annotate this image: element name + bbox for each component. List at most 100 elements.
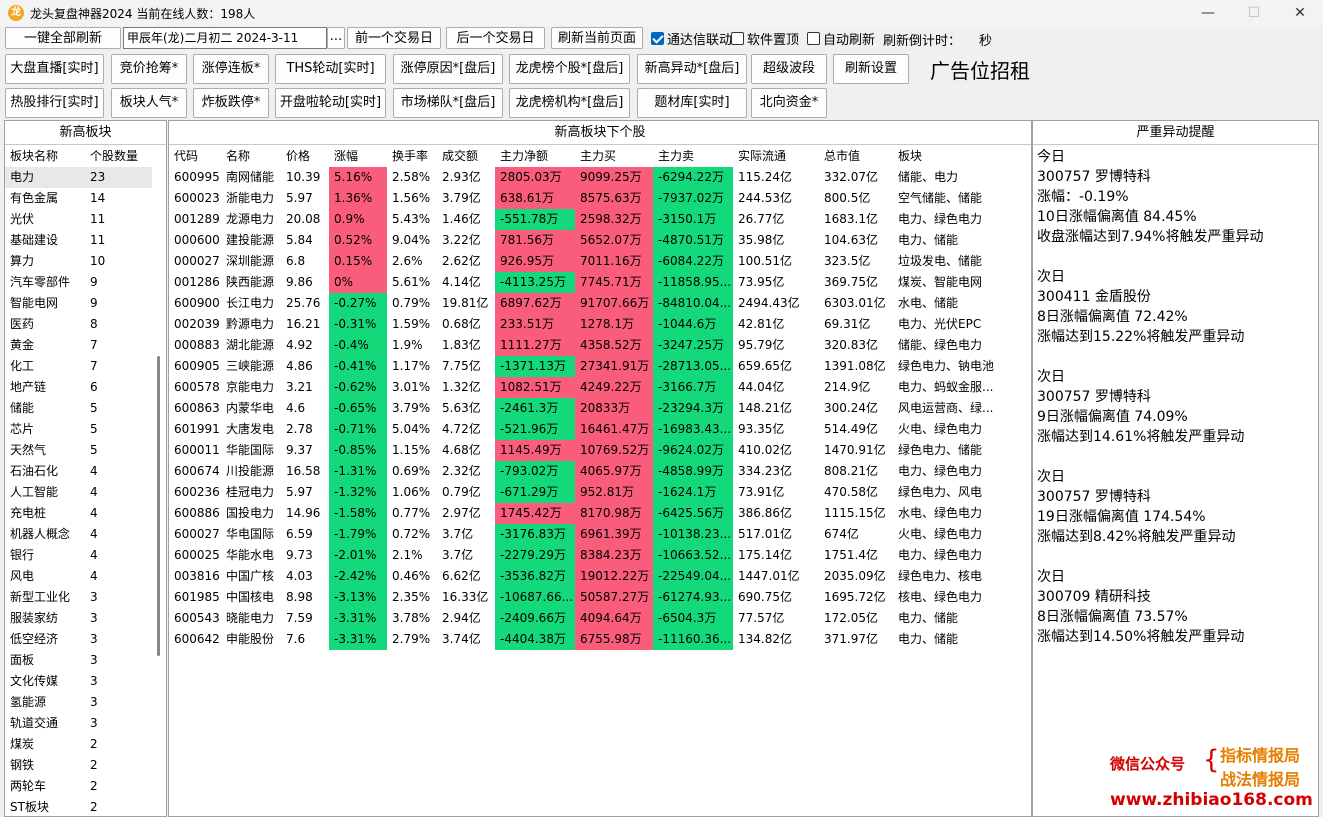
column-header[interactable]: 主力卖 — [653, 145, 733, 167]
list-item[interactable]: 汽车零部件 9 — [5, 272, 166, 293]
list-item[interactable]: 基础建设 11 — [5, 230, 166, 251]
column-header[interactable]: 换手率 — [387, 145, 437, 167]
toolbar-button[interactable]: 大盘直播[实时] — [5, 54, 104, 84]
table-row[interactable]: 600025 华能水电 9.73 -2.01% 2.1% 3.7亿 -2279.29万 838… — [169, 545, 1031, 566]
close-icon[interactable]: ✕ — [1277, 0, 1323, 26]
table-row[interactable]: 000600 建投能源 5.84 0.52% 9.04% 3.22亿 781.56万 5652… — [169, 230, 1031, 251]
toolbar-button[interactable]: 开盘啦轮动[实时] — [275, 88, 386, 118]
list-item[interactable]: 天然气 5 — [5, 440, 166, 461]
toolbar-button[interactable]: 板块人气* — [111, 88, 187, 118]
refresh-page-button[interactable]: 刷新当前页面 — [551, 27, 643, 49]
column-header[interactable]: 实际流通 — [733, 145, 819, 167]
table-row[interactable]: 000883 湖北能源 4.92 -0.4% 1.9% 1.83亿 1111.27万 4358… — [169, 335, 1031, 356]
list-item[interactable]: 光伏 11 — [5, 209, 166, 230]
toolbar-button[interactable]: 炸板跌停* — [193, 88, 269, 118]
list-item[interactable]: 充电桩 4 — [5, 503, 166, 524]
list-item[interactable]: 面板 3 — [5, 650, 166, 671]
toolbar-button[interactable]: 刷新设置 — [833, 54, 909, 84]
vertical-scrollbar[interactable] — [152, 146, 166, 816]
table-cell: -11160.36... — [653, 629, 733, 650]
toolbar-button[interactable]: 题材库[实时] — [637, 88, 747, 118]
toolbar-button[interactable]: 龙虎榜机构*[盘后] — [509, 88, 630, 118]
list-item[interactable]: 两轮车 2 — [5, 776, 166, 797]
table-row[interactable]: 600011 华能国际 9.37 -0.85% 1.15% 4.68亿 1145.49万 10… — [169, 440, 1031, 461]
list-item[interactable]: 文化传媒 3 — [5, 671, 166, 692]
list-item[interactable]: 医药 8 — [5, 314, 166, 335]
table-row[interactable]: 003816 中国广核 4.03 -2.42% 0.46% 6.62亿 -3536.82万 1… — [169, 566, 1031, 587]
list-item[interactable]: 银行 4 — [5, 545, 166, 566]
list-item[interactable]: 化工 7 — [5, 356, 166, 377]
column-header[interactable]: 总市值 — [819, 145, 893, 167]
list-item[interactable]: 电力 23 — [5, 167, 166, 188]
column-header[interactable]: 名称 — [221, 145, 281, 167]
table-row[interactable]: 600027 华电国际 6.59 -1.79% 0.72% 3.7亿 -3176.83万 69… — [169, 524, 1031, 545]
toolbar-button[interactable]: 热股排行[实时] — [5, 88, 104, 118]
scrollbar-thumb[interactable] — [157, 356, 160, 656]
table-row[interactable]: 600900 长江电力 25.76 -0.27% 0.79% 19.81亿 6897.62万… — [169, 293, 1031, 314]
table-row[interactable]: 001286 陕西能源 9.86 0% 5.61% 4.14亿 -4113.25万 7745.… — [169, 272, 1031, 293]
column-header[interactable]: 板块名称 — [5, 145, 85, 167]
tdx-link-checkbox[interactable]: 通达信联动 — [651, 30, 732, 48]
column-header[interactable]: 个股数量 — [85, 145, 145, 167]
list-item[interactable]: 新型工业化 3 — [5, 587, 166, 608]
list-item[interactable]: 风电 4 — [5, 566, 166, 587]
date-field[interactable]: 甲辰年(龙)二月初二 2024-3-11 — [123, 27, 327, 49]
table-row[interactable]: 001289 龙源电力 20.08 0.9% 5.43% 1.46亿 -551.78万 259… — [169, 209, 1031, 230]
refresh-all-button[interactable]: 一键全部刷新 — [5, 27, 121, 49]
vertical-scrollbar[interactable] — [1304, 146, 1318, 816]
column-header[interactable]: 成交额 — [437, 145, 495, 167]
column-header[interactable]: 板块 — [893, 145, 1017, 167]
minimize-icon[interactable]: — — [1185, 0, 1231, 26]
prev-day-button[interactable]: 前一个交易日 — [347, 27, 441, 49]
list-item[interactable]: 服装家纺 3 — [5, 608, 166, 629]
table-row[interactable]: 600236 桂冠电力 5.97 -1.32% 1.06% 0.79亿 -671.29万 95… — [169, 482, 1031, 503]
column-header[interactable]: 主力买 — [575, 145, 653, 167]
toolbar-button[interactable]: 北向资金* — [751, 88, 827, 118]
list-item[interactable]: 轨道交通 3 — [5, 713, 166, 734]
list-item[interactable]: 机器人概念 4 — [5, 524, 166, 545]
topmost-checkbox[interactable]: 软件置顶 — [731, 30, 799, 48]
list-item[interactable]: 地产链 6 — [5, 377, 166, 398]
list-item[interactable]: 芯片 5 — [5, 419, 166, 440]
table-row[interactable]: 600995 南网储能 10.39 5.16% 2.58% 2.93亿 2805.03万 90… — [169, 167, 1031, 188]
list-item[interactable]: 煤炭 2 — [5, 734, 166, 755]
toolbar-button[interactable]: 竞价抢筹* — [111, 54, 187, 84]
table-row[interactable]: 600578 京能电力 3.21 -0.62% 3.01% 1.32亿 1082.51万 42… — [169, 377, 1031, 398]
list-item[interactable]: 低空经济 3 — [5, 629, 166, 650]
toolbar-button[interactable]: 涨停连板* — [193, 54, 269, 84]
list-item[interactable]: 算力 10 — [5, 251, 166, 272]
toolbar-button[interactable]: THS轮动[实时] — [275, 54, 386, 84]
column-header[interactable]: 价格 — [281, 145, 329, 167]
toolbar-button[interactable]: 龙虎榜个股*[盘后] — [509, 54, 630, 84]
table-row[interactable]: 002039 黔源电力 16.21 -0.31% 1.59% 0.68亿 233.51万 12… — [169, 314, 1031, 335]
toolbar-button[interactable]: 超级波段 — [751, 54, 827, 84]
table-row[interactable]: 600543 晓能电力 7.59 -3.31% 3.78% 2.94亿 -2409.66万 4… — [169, 608, 1031, 629]
list-item[interactable]: 智能电网 9 — [5, 293, 166, 314]
table-row[interactable]: 601991 大唐发电 2.78 -0.71% 5.04% 4.72亿 -521.96万 16… — [169, 419, 1031, 440]
list-item[interactable]: 氢能源 3 — [5, 692, 166, 713]
list-item[interactable]: ST板块 2 — [5, 797, 166, 816]
toolbar-button[interactable]: 涨停原因*[盘后] — [393, 54, 503, 84]
column-header[interactable]: 涨幅 — [329, 145, 387, 167]
auto-refresh-checkbox[interactable]: 自动刷新 — [807, 30, 875, 48]
column-header[interactable]: 主力净额 — [495, 145, 575, 167]
list-item[interactable]: 储能 5 — [5, 398, 166, 419]
column-header[interactable]: 代码 — [169, 145, 221, 167]
list-item[interactable]: 有色金属 14 — [5, 188, 166, 209]
table-row[interactable]: 600674 川投能源 16.58 -1.31% 0.69% 2.32亿 -793.02万 4… — [169, 461, 1031, 482]
table-row[interactable]: 600905 三峡能源 4.86 -0.41% 1.17% 7.75亿 -1371.13万 2… — [169, 356, 1031, 377]
list-item[interactable]: 黄金 7 — [5, 335, 166, 356]
toolbar-button[interactable]: 市场梯队*[盘后] — [393, 88, 503, 118]
table-row[interactable]: 600863 内蒙华电 4.6 -0.65% 3.79% 5.63亿 -2461.3万 208… — [169, 398, 1031, 419]
table-row[interactable]: 601985 中国核电 8.98 -3.13% 2.35% 16.33亿 -10687.66… — [169, 587, 1031, 608]
toolbar-button[interactable]: 新高异动*[盘后] — [637, 54, 747, 84]
list-item[interactable]: 钢铁 2 — [5, 755, 166, 776]
table-row[interactable]: 600886 国投电力 14.96 -1.58% 0.77% 2.97亿 1745.42万 8… — [169, 503, 1031, 524]
table-row[interactable]: 000027 深圳能源 6.8 0.15% 2.6% 2.62亿 926.95万 7011.1… — [169, 251, 1031, 272]
next-day-button[interactable]: 后一个交易日 — [446, 27, 545, 49]
list-item[interactable]: 石油石化 4 — [5, 461, 166, 482]
date-picker-button[interactable]: ... — [327, 27, 345, 49]
table-row[interactable]: 600023 浙能电力 5.97 1.36% 1.56% 3.79亿 638.61万 8575… — [169, 188, 1031, 209]
table-row[interactable]: 600642 申能股份 7.6 -3.31% 2.79% 3.74亿 -4404.38万 67… — [169, 629, 1031, 650]
list-item[interactable]: 人工智能 4 — [5, 482, 166, 503]
